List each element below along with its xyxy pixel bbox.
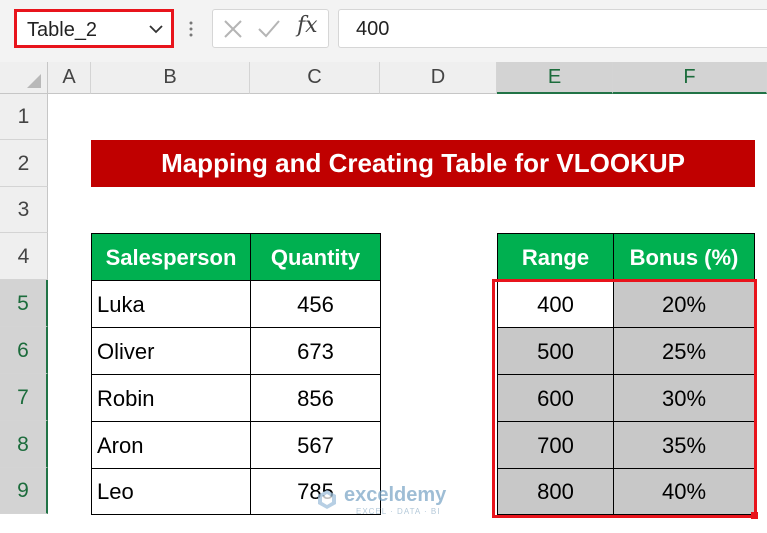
- row-header-8[interactable]: 8: [0, 421, 48, 468]
- row-header-5[interactable]: 5: [0, 280, 48, 327]
- exceldemy-logo-icon: [318, 490, 336, 509]
- sales_table-cell[interactable]: Aron: [91, 421, 251, 469]
- column-header-c[interactable]: C: [250, 62, 380, 94]
- sales_table-cell[interactable]: Luka: [91, 280, 251, 328]
- column-header-a[interactable]: A: [48, 62, 91, 94]
- name-box[interactable]: Table_2: [14, 9, 174, 48]
- bonus_table-header-0[interactable]: Range: [497, 233, 614, 281]
- row-header-6[interactable]: 6: [0, 327, 48, 374]
- formula-input[interactable]: 400: [338, 9, 767, 48]
- insert-function-icon[interactable]: fx: [297, 13, 318, 38]
- column-header-e[interactable]: E: [497, 62, 613, 94]
- sales_table-cell[interactable]: 567: [250, 421, 381, 469]
- row-header-2[interactable]: 2: [0, 140, 48, 187]
- more-options-icon[interactable]: [188, 20, 194, 38]
- row-header-3[interactable]: 3: [0, 187, 48, 233]
- sales_table-cell[interactable]: 673: [250, 327, 381, 375]
- cancel-icon[interactable]: [223, 19, 243, 39]
- watermark-name: exceldemy: [344, 484, 447, 506]
- column-header-d[interactable]: D: [380, 62, 497, 94]
- row-header-4[interactable]: 4: [0, 233, 48, 280]
- select-all-icon: [27, 74, 41, 88]
- sales_table-cell[interactable]: 856: [250, 374, 381, 422]
- chevron-down-icon[interactable]: [149, 24, 163, 34]
- watermark: exceldemy EXCEL · DATA · BI: [316, 484, 466, 520]
- formula-bar: Table_2 fx 400: [0, 0, 767, 62]
- sales_table-header-1[interactable]: Quantity: [250, 233, 381, 281]
- formula-value: 400: [356, 18, 390, 40]
- formula-buttons: fx: [212, 9, 329, 48]
- bonus_table-header-1[interactable]: Bonus (%): [613, 233, 755, 281]
- sales_table-cell[interactable]: Robin: [91, 374, 251, 422]
- select-all-corner[interactable]: [0, 62, 48, 94]
- row-header-9[interactable]: 9: [0, 468, 48, 514]
- row-header-1[interactable]: 1: [0, 94, 48, 140]
- check-icon[interactable]: [257, 19, 281, 39]
- fill-handle[interactable]: [751, 512, 758, 519]
- column-header-f[interactable]: F: [613, 62, 767, 94]
- sheet-title[interactable]: Mapping and Creating Table for VLOOKUP: [91, 140, 755, 187]
- sales_table-cell[interactable]: Leo: [91, 468, 251, 515]
- row-header-7[interactable]: 7: [0, 374, 48, 421]
- sales_table-cell[interactable]: Oliver: [91, 327, 251, 375]
- name-box-value: Table_2: [27, 19, 98, 41]
- column-header-b[interactable]: B: [91, 62, 250, 94]
- watermark-tagline: EXCEL · DATA · BI: [356, 507, 441, 516]
- sales_table-header-0[interactable]: Salesperson: [91, 233, 251, 281]
- sales_table-cell[interactable]: 456: [250, 280, 381, 328]
- selection-border: [492, 279, 757, 518]
